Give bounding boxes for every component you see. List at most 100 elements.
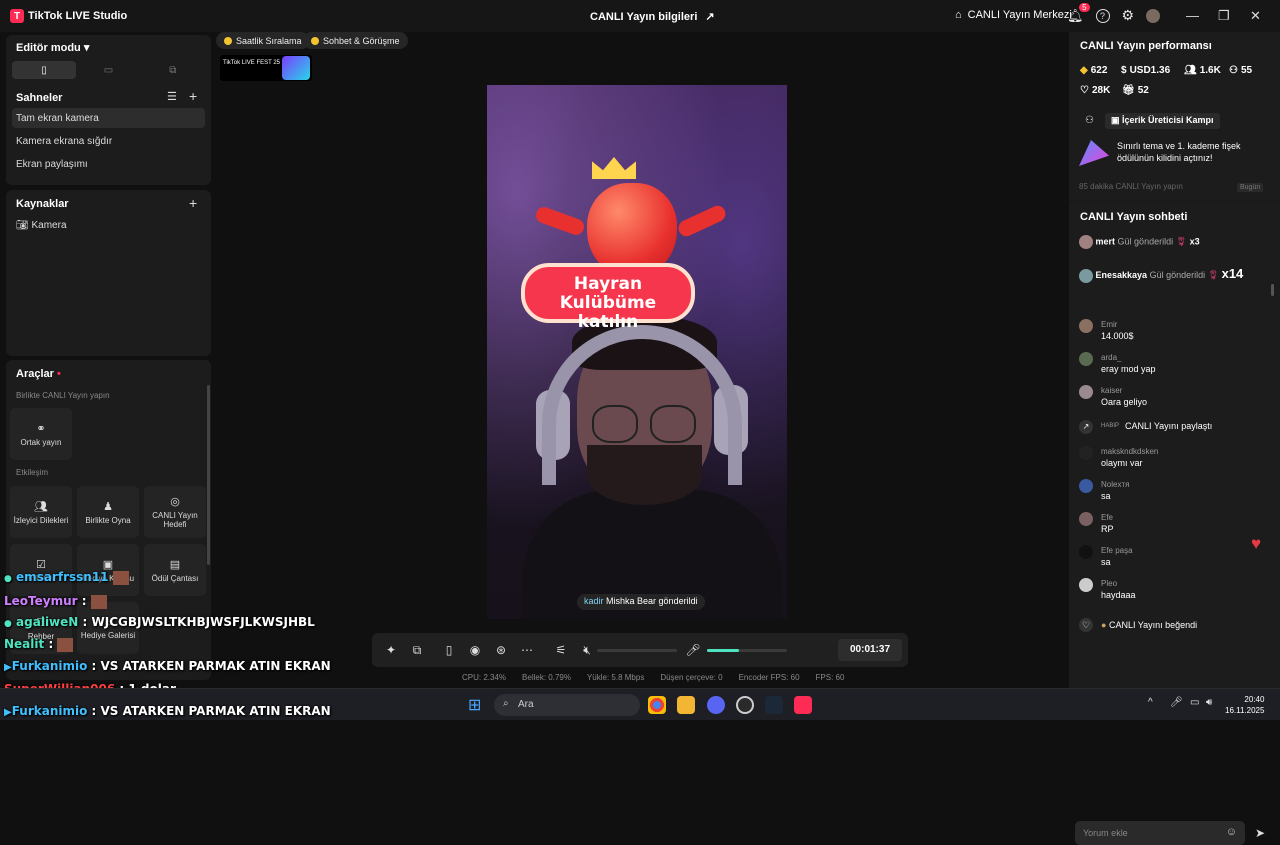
live-info-button[interactable]: CANLI Yayın bilgileri ↗ — [590, 10, 715, 24]
live-info-label: CANLI Yayın bilgileri — [590, 10, 698, 23]
chrome-icon[interactable] — [648, 696, 666, 714]
cohost-button[interactable]: ⚭ Ortak yayın — [10, 408, 72, 460]
tiktok-logo-icon: T — [10, 9, 24, 23]
fan-club-banner[interactable]: Hayran Kulübüme katılın — [521, 263, 695, 332]
firework-icon — [1079, 140, 1109, 166]
record-icon[interactable]: ◉ — [462, 643, 488, 657]
coin-icon — [311, 36, 319, 45]
chat-message: Emir 14.000$ — [1079, 319, 1269, 345]
orientation-toggle: ▯ ▭ ⧉ — [12, 61, 205, 79]
scene-item[interactable]: Kamera ekrana sığdır — [12, 131, 205, 151]
play-together-button[interactable]: ♟ Birlikte Oyna — [77, 486, 139, 538]
right-sidebar: CANLI Yayın performansı ◆ 622 $ USD1.36 👥︎… — [1069, 32, 1280, 845]
dual-layout-icon[interactable]: ⧉ — [141, 61, 205, 79]
performance-stats: CPU: 2.34% Bellek: 0.79% Yükle: 5.8 Mbps… — [462, 673, 845, 682]
list-icon[interactable]: ☰ — [167, 90, 177, 103]
heart-icon: ♡ — [1079, 618, 1093, 632]
avatar — [1079, 578, 1093, 592]
avatar — [1079, 545, 1093, 559]
camera-icon: 📷︎ — [16, 220, 29, 231]
editor-mode-dropdown[interactable]: Editör modu ▾ — [16, 41, 89, 54]
more-icon[interactable]: ⋯ — [514, 643, 540, 657]
settings-sliders-icon[interactable]: ⚟ — [548, 643, 574, 657]
hourly-ranking-chip[interactable]: Saatlik Sıralama — [216, 32, 310, 49]
overlay-chat-line: LeoTeymur : — [4, 594, 107, 609]
live-goal-button[interactable]: ◎ CANLI Yayın Hedefi — [144, 486, 206, 538]
send-icon[interactable]: ➤ — [1255, 826, 1265, 840]
live-center-button[interactable]: ⌂ CANLI Yayın Merkezi — [955, 9, 1072, 21]
overlay-chat-line: ▶Furkanimio : VS ATARKEN PARMAK ATIN EKR… — [4, 659, 331, 673]
landscape-icon[interactable]: ▭ — [76, 61, 140, 79]
speaker-icon[interactable]: 🔊︎ — [1206, 697, 1212, 708]
scenes-panel: Editör modu ▾ ▯ ▭ ⧉ Sahneler ☰ + Tam ekr… — [6, 35, 211, 185]
bell-icon[interactable]: 🔔︎ 5 — [1067, 2, 1090, 24]
folder-icon[interactable] — [677, 696, 695, 714]
audio-slider[interactable] — [597, 649, 677, 652]
minimize-icon[interactable]: — — [1186, 8, 1199, 23]
portrait-icon[interactable]: ▯ — [12, 61, 77, 79]
tiktok-icon[interactable] — [794, 696, 812, 714]
avatar — [1079, 352, 1093, 366]
help-icon[interactable]: ? — [1095, 8, 1110, 23]
viewer-requests-button[interactable]: 👥︎ İzleyici Dilekleri — [10, 486, 72, 538]
like-event: ♡ ● CANLI Yayını beğendi — [1079, 618, 1269, 638]
chat-scrollbar[interactable] — [1271, 284, 1274, 296]
diamond-icon: ◆ — [1080, 65, 1088, 76]
taskbar-clock[interactable]: 20:40 16.11.2025 — [1225, 694, 1264, 716]
add-source-icon[interactable]: + — [189, 195, 197, 211]
comment-input[interactable]: Yorum ekle ☺ — [1075, 821, 1245, 845]
user-plus-icon: ⚇ — [1229, 65, 1238, 76]
share-icon: ↗ — [705, 11, 715, 23]
dollar-icon: $ — [1121, 65, 1127, 76]
reward-bag-button[interactable]: ▤ Ödül Çantası — [144, 544, 206, 596]
link-icon: ⚭ — [36, 422, 46, 435]
close-icon[interactable]: ✕ — [1250, 8, 1261, 24]
followers-metric: ⚇ 55 — [1229, 65, 1253, 76]
chat-message: kaiser Oara geliyo — [1079, 385, 1269, 411]
gear-icon[interactable]: ⚙ — [1122, 7, 1135, 24]
chat-title: CANLI Yayın sohbeti — [1080, 211, 1188, 223]
stream-control-bar: ✦ ⧉ ▯ ◉ ⊛ ⋯ ⚟ 🔇︎ 🎤︎ 00:01:37 — [372, 633, 908, 667]
taskbar-search[interactable]: ⌕ Ara — [494, 694, 640, 716]
chat-message: arda_ eray mod yap — [1079, 352, 1269, 378]
scene-item[interactable]: Tam ekran kamera — [12, 108, 205, 128]
maximize-icon[interactable]: ❐ — [1218, 8, 1230, 24]
play-badge-icon: ▶ — [4, 707, 12, 718]
magic-wand-icon[interactable]: ✦ — [378, 643, 404, 657]
mic-tray-icon[interactable]: 🎤︎ — [1170, 697, 1183, 708]
steam-icon[interactable] — [765, 696, 783, 714]
chat-message: makskndkdsken olaymı var — [1079, 446, 1269, 472]
fest-art — [282, 56, 310, 80]
monitor-icon[interactable]: ▭ — [1190, 697, 1199, 708]
gift-event: Enesakkaya Gül gönderildi 🌹︎ x14 — [1079, 266, 1243, 283]
app-icon[interactable] — [736, 696, 754, 714]
gamepad-icon: ♟ — [103, 500, 113, 513]
sources-panel: Kaynaklar + 📷︎ Kamera — [6, 190, 211, 356]
add-scene-icon[interactable]: + — [189, 88, 197, 104]
chevron-up-icon[interactable]: ^ — [1148, 697, 1153, 708]
mic-volume-bar[interactable] — [707, 649, 787, 652]
thumbnail — [90, 594, 107, 609]
diamond-metric: ◆ 622 — [1080, 65, 1108, 76]
add-user-icon[interactable]: ⚇ — [1085, 115, 1094, 126]
chat-meet-chip[interactable]: Sohbet & Görüşme — [303, 32, 408, 49]
gift-box-icon: ▣ — [102, 558, 114, 571]
source-item-camera[interactable]: 📷︎ Kamera — [12, 215, 205, 235]
mic-icon[interactable]: 🎤︎ — [680, 643, 706, 657]
camera-switch-icon[interactable]: ⊛ — [488, 643, 514, 657]
live-fest-banner[interactable]: TikTok LIVE FEST 25 — [220, 55, 312, 81]
scene-item[interactable]: Ekran paylaşımı — [12, 154, 205, 174]
app-title: TikTok LIVE Studio — [28, 10, 128, 22]
phone-icon[interactable]: ▯ — [436, 643, 462, 657]
add-overlay-icon[interactable]: ⧉ — [404, 643, 430, 658]
discord-icon[interactable] — [707, 696, 725, 714]
chat-message: Nolexтя sa — [1079, 479, 1269, 505]
windows-start-icon[interactable]: ⊞ — [468, 695, 481, 715]
emoji-icon[interactable]: ☺ — [1226, 826, 1237, 838]
creator-camp-button[interactable]: ▣ İçerik Üreticisi Kampı — [1105, 113, 1220, 129]
avatar[interactable] — [1146, 8, 1161, 23]
sources-title: Kaynaklar — [16, 198, 69, 210]
interact-title: Etkileşim — [16, 468, 49, 477]
rose-icon: 🌹︎ — [1175, 236, 1188, 247]
tools-scrollbar[interactable] — [207, 385, 210, 565]
